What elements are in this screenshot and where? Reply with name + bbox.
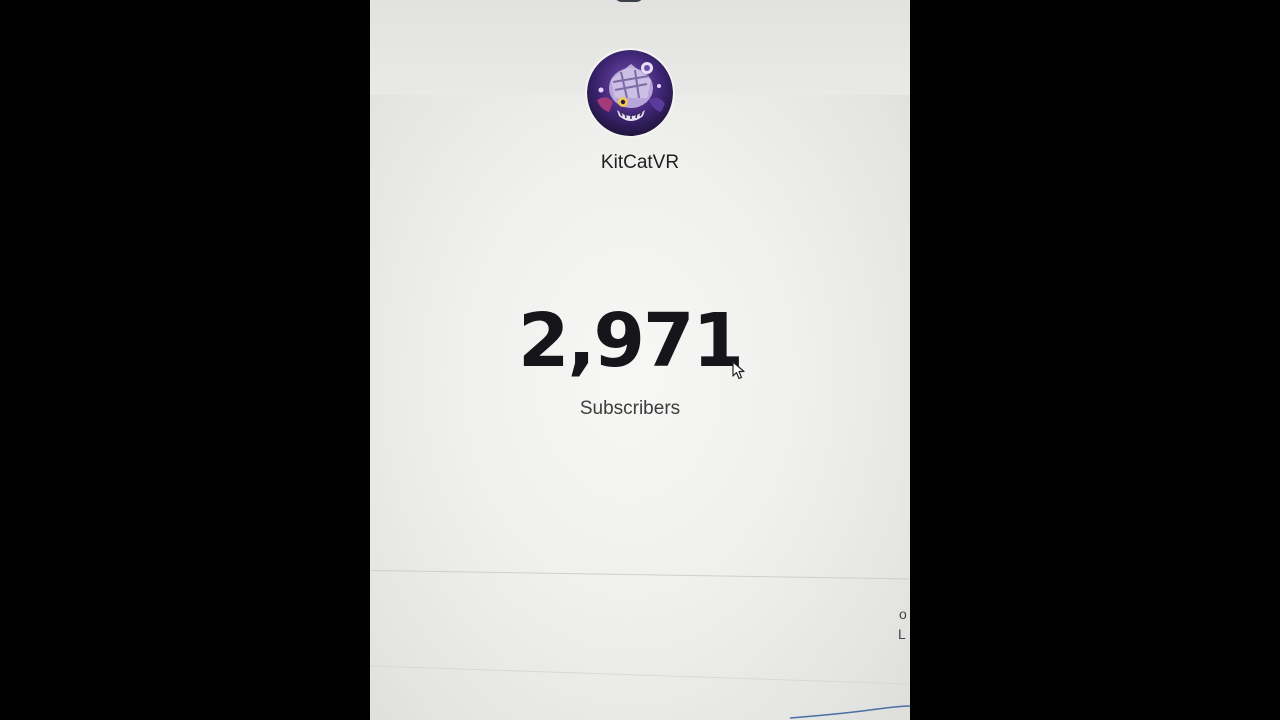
cropped-edge-text: o — [899, 606, 907, 622]
channel-name[interactable]: KitCatVR — [370, 152, 910, 174]
monitor-screen: KitCatVR 2,971 Subscribers o L — [370, 0, 910, 720]
subscriber-count: 2,971 — [517, 298, 744, 384]
video-frame: KitCatVR 2,971 Subscribers o L — [0, 0, 1280, 720]
chart-series-line — [789, 705, 910, 719]
section-divider — [370, 570, 910, 580]
cropped-edge-text: L — [898, 626, 906, 642]
partial-chart-area — [370, 665, 910, 719]
chart-gridline — [370, 665, 910, 685]
subscriber-label: Subscribers — [579, 398, 681, 419]
channel-avatar-icon — [587, 50, 673, 136]
mouse-cursor-icon — [732, 361, 745, 380]
channel-avatar[interactable] — [585, 48, 675, 138]
